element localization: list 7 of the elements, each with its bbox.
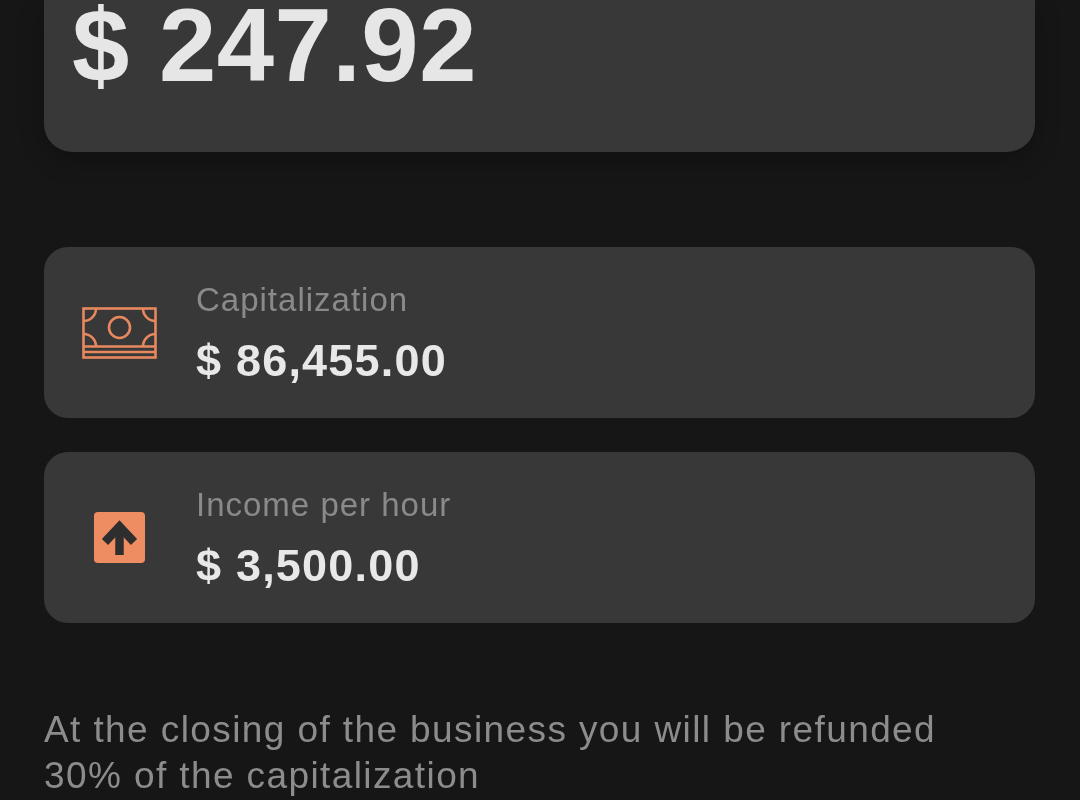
balance-amount: $ 247.92 (72, 0, 477, 93)
stat-label: Capitalization (196, 280, 409, 320)
stat-value: $ 86,455.00 (196, 334, 447, 388)
banknote-icon (82, 306, 157, 359)
stat-value: $ 3,500.00 (196, 539, 421, 593)
note-text: At the closing of the business you will be refunded 30% of the capitalization (44, 708, 938, 798)
stat-label: Income per hour (196, 485, 452, 525)
